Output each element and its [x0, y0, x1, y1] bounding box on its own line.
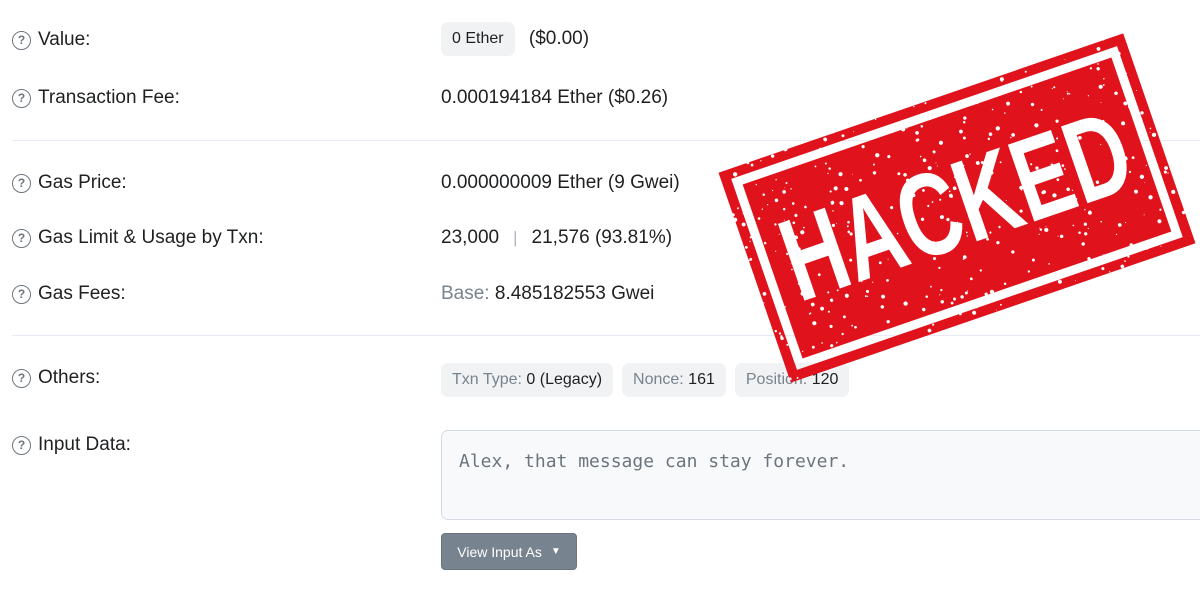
gas-fees-base-label: Base: — [441, 283, 490, 304]
view-input-as-label: View Input As — [457, 543, 542, 560]
nonce-value: 161 — [688, 371, 715, 388]
gas-price-label-group: ? Gas Price: — [12, 172, 127, 194]
question-circle-icon[interactable]: ? — [12, 88, 31, 108]
fee-value: 0.000194184 Ether ($0.26) — [441, 87, 669, 108]
question-circle-icon[interactable]: ? — [12, 30, 31, 50]
gas-price-value: 0.000000009 Ether (9 Gwei) — [441, 172, 680, 193]
value-usd: ($0.00) — [528, 28, 590, 50]
chevron-down-icon: ▼ — [550, 546, 561, 557]
gas-limit-content: 23,000 | 21,576 (93.81%) — [441, 227, 672, 249]
question-circle-icon[interactable]: ? — [12, 368, 31, 388]
divider — [12, 335, 1200, 336]
gas-limit-separator: | — [513, 228, 518, 247]
value-label-group: ? Value: — [12, 29, 90, 51]
gas-fees-base-value: 8.485182553 Gwei — [494, 283, 655, 304]
value-amount-pill: 0 Ether — [441, 22, 515, 56]
question-circle-icon[interactable]: ? — [12, 435, 31, 455]
fee-label: Transaction Fee: — [38, 87, 180, 108]
question-circle-icon[interactable]: ? — [12, 228, 31, 248]
txn-type-label: Txn Type: — [452, 371, 522, 388]
nonce-pill: Nonce: 161 — [622, 363, 726, 397]
gas-fees-content: Base: 8.485182553 Gwei — [441, 283, 654, 305]
gas-fees-label-group: ? Gas Fees: — [12, 283, 126, 305]
hacked-stamp: HACKED — [718, 33, 1196, 383]
gas-usage-value: 21,576 (93.81%) — [531, 227, 673, 248]
input-data-text: Alex, that message can stay forever. — [459, 451, 850, 472]
question-circle-icon[interactable]: ? — [12, 173, 31, 193]
others-label: Others: — [38, 367, 101, 388]
value-content: 0 Ether ($0.00) — [441, 22, 589, 56]
value-label: Value: — [38, 29, 91, 50]
input-data-textarea[interactable]: Alex, that message can stay forever. — [441, 430, 1200, 520]
input-data-label: Input Data: — [38, 434, 131, 455]
gas-limit-label: Gas Limit & Usage by Txn: — [38, 227, 264, 248]
question-circle-icon[interactable]: ? — [12, 284, 31, 304]
gas-limit-value: 23,000 — [441, 227, 500, 248]
gas-price-label: Gas Price: — [38, 172, 127, 193]
gas-limit-label-group: ? Gas Limit & Usage by Txn: — [12, 227, 264, 249]
txn-type-value: 0 (Legacy) — [526, 371, 603, 388]
view-input-as-button[interactable]: View Input As ▼ — [441, 533, 577, 570]
fee-label-group: ? Transaction Fee: — [12, 87, 180, 109]
txn-type-pill: Txn Type: 0 (Legacy) — [441, 363, 614, 397]
input-data-label-group: ? Input Data: — [12, 434, 131, 456]
nonce-label: Nonce: — [633, 371, 684, 388]
others-label-group: ? Others: — [12, 367, 100, 389]
gas-fees-label: Gas Fees: — [38, 283, 126, 304]
